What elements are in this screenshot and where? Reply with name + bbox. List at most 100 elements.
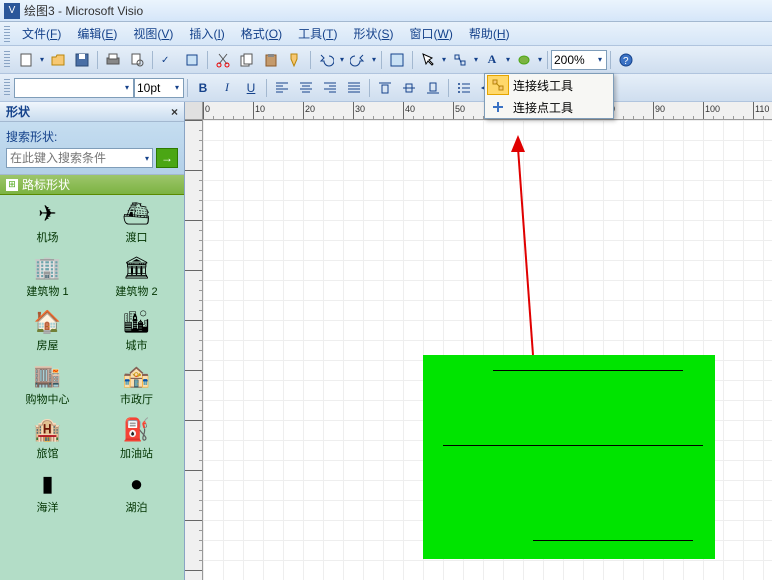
- font-size-combo[interactable]: ▾: [134, 78, 184, 98]
- shape-item[interactable]: 🏢 建筑物 1: [6, 255, 89, 299]
- copy-button[interactable]: [236, 49, 258, 71]
- bullets-button[interactable]: [453, 77, 475, 99]
- separator: [207, 51, 208, 69]
- stencil-body: ✈机场⛴渡口 🏢 建筑物 1 🏛建筑物 2🏠房屋🏙城市🏬购物中心🏤市政厅🏨旅馆⛽加油站…: [0, 195, 184, 580]
- shape-item[interactable]: ⛴渡口: [95, 201, 178, 245]
- menu-shape[interactable]: 形状(S): [346, 23, 402, 44]
- toolbar-grip[interactable]: [4, 51, 10, 69]
- search-dropdown[interactable]: ▾: [142, 154, 152, 163]
- redo-button[interactable]: [347, 49, 369, 71]
- close-icon[interactable]: ×: [171, 105, 178, 119]
- canvas-wrap: 0102030405060708090100110: [185, 102, 772, 580]
- shape-item[interactable]: 🏙城市: [95, 309, 178, 353]
- shape-glyph-icon: 🏠: [32, 309, 64, 335]
- underline-button[interactable]: U: [240, 77, 262, 99]
- spellcheck-button[interactable]: ✓: [157, 49, 179, 71]
- menu-file[interactable]: 文件(F): [14, 23, 69, 44]
- align-justify-button[interactable]: [343, 77, 365, 99]
- shape-item[interactable]: 🏤市政厅: [95, 363, 178, 407]
- align-center-button[interactable]: [295, 77, 317, 99]
- ink-dropdown[interactable]: ▾: [536, 55, 544, 64]
- menu-view[interactable]: 视图(V): [125, 23, 181, 44]
- shapes-pane-title: 形状: [6, 103, 171, 120]
- ink-tool-button[interactable]: [513, 49, 535, 71]
- shape-label: 海洋: [37, 499, 59, 515]
- menu-edit[interactable]: 编辑(E): [69, 23, 125, 44]
- toolbar-grip[interactable]: [4, 79, 10, 97]
- text-dropdown[interactable]: ▾: [504, 55, 512, 64]
- undo-button[interactable]: [315, 49, 337, 71]
- vertical-ruler: [185, 120, 203, 580]
- search-go-button[interactable]: →: [156, 148, 178, 168]
- shape-item[interactable]: ⛽加油站: [95, 417, 178, 461]
- shape-item[interactable]: ▮海洋: [6, 471, 89, 515]
- font-name-value[interactable]: [17, 81, 123, 95]
- align-left-button[interactable]: [271, 77, 293, 99]
- shape-glyph-icon: ⛴: [121, 201, 153, 227]
- zoom-combo[interactable]: ▾: [551, 50, 607, 70]
- green-rectangle-shape[interactable]: [423, 355, 715, 559]
- shape-glyph-icon: ⛽: [121, 417, 153, 443]
- shape-label: 建筑物 2: [115, 283, 157, 299]
- undo-dropdown[interactable]: ▾: [338, 55, 346, 64]
- shape-item[interactable]: 🏛建筑物 2: [95, 255, 178, 299]
- shape-glyph-icon: 🏙: [121, 309, 153, 335]
- font-size-value[interactable]: [137, 81, 173, 95]
- shape-item[interactable]: ●湖泊: [95, 471, 178, 515]
- shape-line[interactable]: [443, 445, 703, 446]
- popup-item-connector-line[interactable]: 连接线工具: [485, 74, 613, 96]
- pointer-tool-button[interactable]: [417, 49, 439, 71]
- font-size-dropdown[interactable]: ▾: [173, 83, 181, 92]
- popup-item-connection-point[interactable]: 连接点工具: [485, 96, 613, 118]
- shape-label: 建筑物 1: [26, 283, 68, 299]
- zoom-value[interactable]: [554, 53, 596, 67]
- shape-item[interactable]: ✈机场: [6, 201, 89, 245]
- shape-glyph-icon: 🏢: [32, 255, 64, 281]
- print-preview-button[interactable]: [126, 49, 148, 71]
- shapes-pane-header: 形状 ×: [0, 102, 184, 122]
- align-bottom-button[interactable]: [422, 77, 444, 99]
- align-top-button[interactable]: [374, 77, 396, 99]
- open-button[interactable]: [47, 49, 69, 71]
- align-right-button[interactable]: [319, 77, 341, 99]
- new-button[interactable]: [15, 49, 37, 71]
- zoom-dropdown[interactable]: ▾: [596, 55, 604, 64]
- help-button[interactable]: ?: [615, 49, 637, 71]
- italic-button[interactable]: I: [216, 77, 238, 99]
- shape-line[interactable]: [493, 370, 683, 371]
- shape-item[interactable]: 🏨旅馆: [6, 417, 89, 461]
- cut-button[interactable]: [212, 49, 234, 71]
- print-button[interactable]: [102, 49, 124, 71]
- menu-tools[interactable]: 工具(T): [290, 23, 345, 44]
- shape-item[interactable]: 🏠房屋: [6, 309, 89, 353]
- pointer-dropdown[interactable]: ▾: [440, 55, 448, 64]
- menu-window[interactable]: 窗口(W): [402, 23, 461, 44]
- paste-button[interactable]: [260, 49, 282, 71]
- stencil-title-bar[interactable]: ⊞ 路标形状: [0, 175, 184, 195]
- redo-dropdown[interactable]: ▾: [370, 55, 378, 64]
- menu-format[interactable]: 格式(O): [233, 23, 290, 44]
- font-name-dropdown[interactable]: ▾: [123, 83, 131, 92]
- menu-insert[interactable]: 插入(I): [181, 23, 232, 44]
- connector-tool-button[interactable]: [449, 49, 471, 71]
- shape-line[interactable]: [533, 540, 693, 541]
- save-button[interactable]: [71, 49, 93, 71]
- text-tool-button[interactable]: A: [481, 49, 503, 71]
- search-input[interactable]: [7, 151, 142, 165]
- new-dropdown[interactable]: ▾: [38, 55, 46, 64]
- drawing-canvas[interactable]: [203, 120, 772, 580]
- search-combo[interactable]: ▾: [6, 148, 153, 168]
- shapes-window-button[interactable]: [386, 49, 408, 71]
- shape-item[interactable]: 🏬购物中心: [6, 363, 89, 407]
- font-name-combo[interactable]: ▾: [14, 78, 134, 98]
- shape-glyph-icon: ✈: [32, 201, 64, 227]
- menu-help[interactable]: 帮助(H): [461, 23, 518, 44]
- format-painter-button[interactable]: [284, 49, 306, 71]
- separator: [381, 51, 382, 69]
- bold-button[interactable]: B: [192, 77, 214, 99]
- connector-line-icon: [487, 75, 509, 95]
- research-button[interactable]: [181, 49, 203, 71]
- align-middle-button[interactable]: [398, 77, 420, 99]
- menu-grip[interactable]: [4, 26, 10, 42]
- connector-dropdown[interactable]: ▾: [472, 55, 480, 64]
